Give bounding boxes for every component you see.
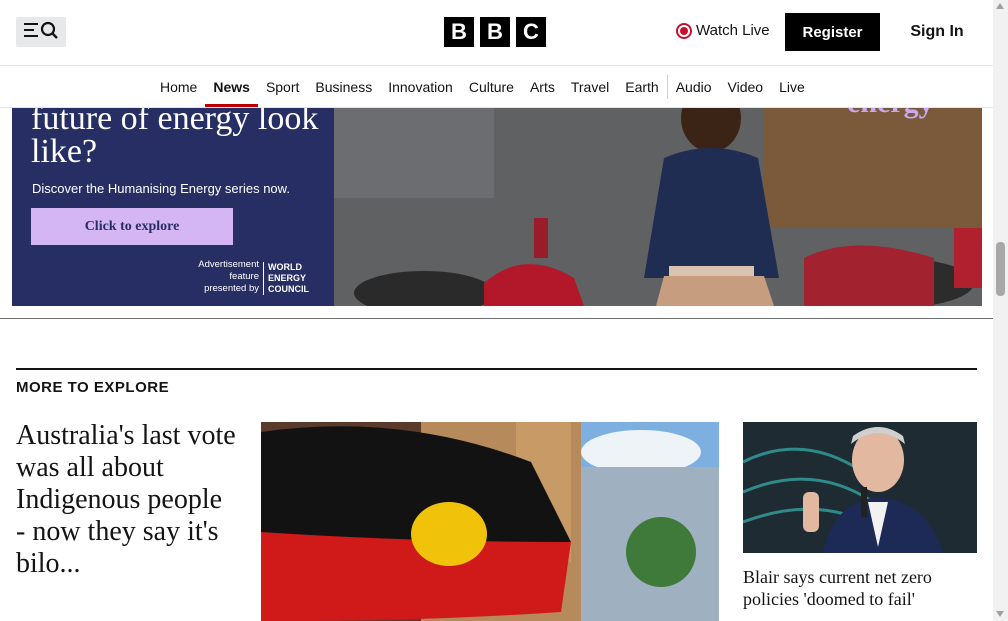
section-rule: [16, 368, 977, 370]
side-story-headline[interactable]: Blair says current net zero policies 'do…: [743, 566, 977, 610]
nav-item-sport[interactable]: Sport: [258, 67, 307, 107]
logo-letter: C: [516, 17, 546, 47]
watch-live-label: Watch Live: [696, 22, 770, 39]
scroll-up-arrow-icon[interactable]: [996, 3, 1004, 9]
ad-text-panel: future of energy look like? Discover the…: [12, 108, 334, 306]
section-divider: [0, 318, 993, 319]
scroll-down-arrow-icon[interactable]: [996, 611, 1004, 617]
nav-item-culture[interactable]: Culture: [461, 67, 522, 107]
ad-subline: Discover the Humanising Energy series no…: [32, 181, 290, 196]
nav-item-home[interactable]: Home: [152, 67, 205, 107]
lead-story-headline[interactable]: Australia's last vote was all about Indi…: [16, 420, 236, 580]
bbc-logo[interactable]: B B C: [444, 17, 546, 47]
ad-disclosure: Advertisement feature presented by: [198, 259, 259, 294]
ad-headline: future of energy look like?: [31, 108, 319, 170]
lead-story-image[interactable]: [261, 422, 719, 621]
aboriginal-flag-photo: [261, 422, 719, 621]
side-story-image[interactable]: [743, 422, 977, 553]
register-button[interactable]: Register: [785, 13, 880, 51]
ad-photo-illustration: [334, 108, 982, 306]
main-navigation: Home News Sport Business Innovation Cult…: [0, 67, 993, 108]
sign-in-button[interactable]: Sign In: [897, 13, 977, 51]
menu-search-button[interactable]: [16, 17, 66, 47]
page-scrollbar[interactable]: [993, 0, 1008, 621]
ad-cta-button[interactable]: Click to explore: [31, 208, 233, 245]
watch-live-link[interactable]: Watch Live: [676, 22, 770, 39]
nav-item-arts[interactable]: Arts: [522, 67, 563, 107]
ad-photo: energy: [334, 108, 982, 306]
logo-letter: B: [480, 17, 510, 47]
nav-item-live[interactable]: Live: [771, 67, 813, 107]
site-header: B B C Watch Live Register Sign In: [0, 0, 993, 66]
menu-search-icon: [22, 20, 60, 45]
nav-item-travel[interactable]: Travel: [563, 67, 617, 107]
nav-item-business[interactable]: Business: [307, 67, 380, 107]
logo-letter: B: [444, 17, 474, 47]
sponsor-logo: WORLD ENERGY COUNCIL: [263, 262, 315, 295]
nav-item-innovation[interactable]: Innovation: [380, 67, 461, 107]
nav-item-audio[interactable]: Audio: [668, 67, 720, 107]
more-to-explore-heading: MORE TO EXPLORE: [16, 379, 170, 396]
nav-item-video[interactable]: Video: [720, 67, 772, 107]
speaker-photo: [743, 422, 977, 553]
nav-item-news[interactable]: News: [205, 67, 258, 107]
live-indicator-icon: [676, 22, 692, 39]
scroll-thumb[interactable]: [996, 242, 1005, 296]
ad-photo-overlay-text: energy: [847, 108, 934, 120]
nav-item-earth[interactable]: Earth: [617, 67, 666, 107]
advertisement-banner[interactable]: future of energy look like? Discover the…: [12, 108, 982, 306]
